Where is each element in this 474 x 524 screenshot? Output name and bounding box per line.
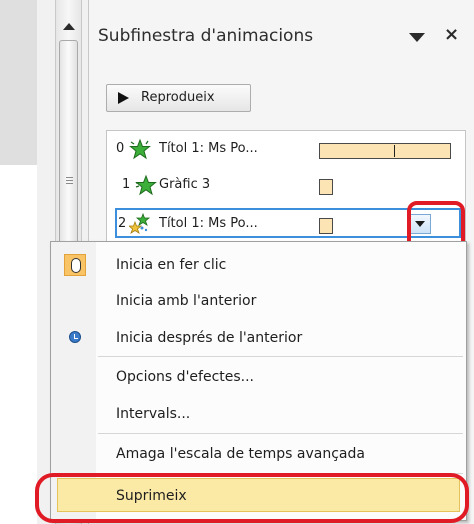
grip-icon — [66, 177, 73, 185]
animation-name: Títol 1: Ms Po... — [159, 141, 258, 156]
timing-bar[interactable] — [319, 179, 333, 195]
animation-name: Gràfic 3 — [159, 177, 211, 192]
menu-item-label: Inicia després de l'anterior — [116, 330, 303, 346]
scroll-up-arrow-icon[interactable] — [57, 18, 80, 38]
menu-item-label: Opcions d'efectes... — [116, 369, 255, 385]
timing-bar[interactable] — [319, 143, 451, 159]
play-button-label: Reprodueix — [141, 90, 215, 105]
menu-item-start-on-click[interactable]: Inicia en fer clic — [52, 248, 465, 282]
menu-item-start-with-previous[interactable]: Inicia amb l'anterior — [52, 284, 465, 318]
animation-number: 0 — [116, 141, 125, 156]
slide-thumbnail — [0, 165, 37, 524]
menu-item-start-after-previous[interactable]: Inicia després de l'anterior — [52, 321, 465, 355]
menu-separator — [98, 356, 463, 357]
animation-number: 1 — [122, 177, 131, 192]
pane-options-chevron-down-icon[interactable] — [409, 33, 425, 42]
menu-item-label: Inicia en fer clic — [116, 257, 227, 273]
list-item[interactable]: 1 Gràfic 3 — [107, 171, 465, 201]
mouse-icon — [64, 254, 86, 276]
list-item[interactable]: 0 Títol 1: Ms Po... — [107, 135, 465, 165]
animation-number: 2 — [118, 216, 127, 231]
menu-item-hide-advanced-timeline[interactable]: Amaga l'escala de temps avançada — [52, 437, 465, 471]
green-star-icon — [135, 174, 157, 196]
close-icon[interactable]: × — [444, 24, 459, 45]
menu-separator — [98, 433, 463, 434]
multicolor-star-icon — [129, 213, 151, 234]
clock-icon — [69, 331, 81, 343]
play-button[interactable]: Reprodueix — [106, 84, 251, 112]
menu-item-label: Amaga l'escala de temps avançada — [116, 446, 365, 462]
play-icon — [118, 92, 129, 104]
menu-item-label: Intervals... — [116, 406, 191, 422]
animation-name: Títol 1: Ms Po... — [159, 216, 258, 231]
green-star-icon — [129, 138, 151, 160]
menu-item-timing[interactable]: Intervals... — [52, 397, 465, 431]
menu-item-label: Inicia amb l'anterior — [116, 293, 257, 309]
menu-item-effect-options[interactable]: Opcions d'efectes... — [52, 360, 465, 394]
highlight-annotation — [35, 473, 469, 523]
pane-title: Subfinestra d'animacions — [98, 26, 314, 46]
timing-bar[interactable] — [319, 218, 333, 234]
